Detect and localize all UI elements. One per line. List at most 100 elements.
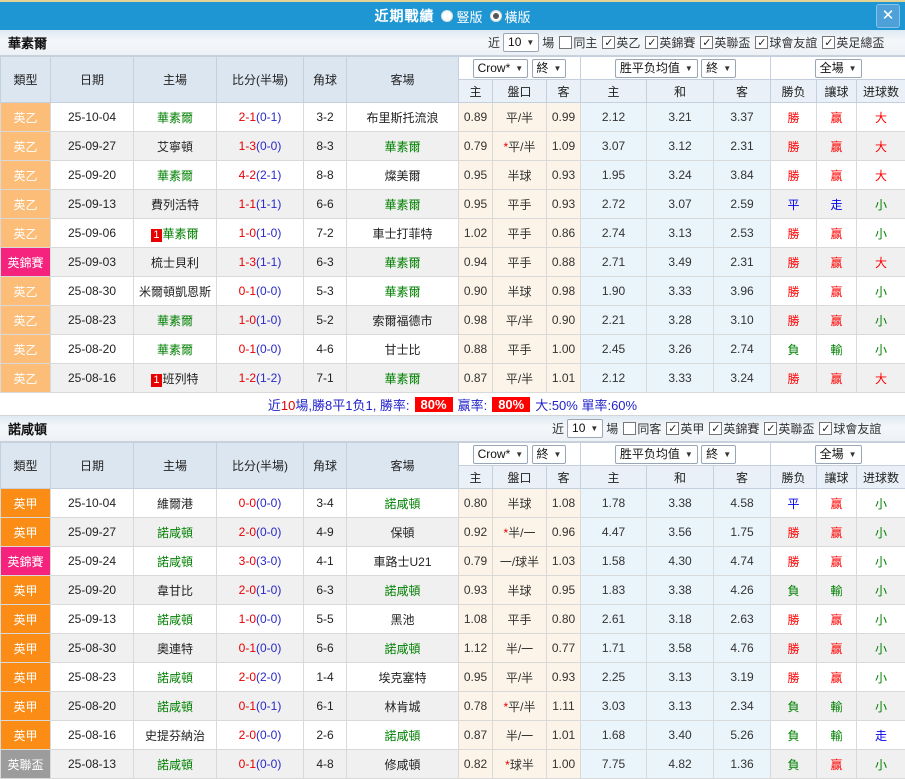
- result-cell: 勝: [771, 132, 817, 161]
- win-rate-badge: 80%: [415, 397, 453, 412]
- team-cell: 1華素爾: [134, 219, 217, 248]
- result-cell: 小: [857, 306, 905, 335]
- chevron-down-icon: ▼: [554, 61, 562, 76]
- checkbox-checked-icon[interactable]: ✓: [822, 36, 835, 49]
- close-icon[interactable]: ✕: [876, 4, 900, 28]
- checkbox-checked-icon[interactable]: ✓: [764, 422, 777, 435]
- radio-unchecked-icon[interactable]: [441, 10, 453, 22]
- league-checkbox[interactable]: ✓英聯盃: [764, 420, 814, 437]
- match-row: 英乙25-09-061華素爾1-0(1-0)7-2車士打菲特1.02平手0.86…: [1, 219, 905, 248]
- wdl-average-dropdown[interactable]: 胜平负均值▼: [615, 445, 698, 464]
- corner-cell: 3-4: [304, 489, 347, 518]
- chevron-down-icon: ▼: [849, 61, 857, 76]
- score-cell: 1-3(0-0): [217, 132, 304, 161]
- checkbox-checked-icon[interactable]: ✓: [602, 36, 615, 49]
- team-label: 諾咸頓: [157, 758, 193, 772]
- result-cell: 輸: [817, 335, 857, 364]
- match-row: 英甲25-08-30奧連特0-1(0-0)6-6諾咸頓1.12半/一0.771.…: [1, 634, 905, 663]
- games-count-value: 10: [508, 35, 521, 50]
- corner-cell: 5-5: [304, 605, 347, 634]
- checkbox-checked-icon[interactable]: ✓: [645, 36, 658, 49]
- odds-cell: 0.95: [459, 190, 493, 219]
- final-odds-dropdown[interactable]: 終▼: [532, 445, 567, 464]
- checkbox-label: 英聯盃: [714, 34, 750, 51]
- avg-odds-cell: 5.26: [714, 721, 771, 750]
- team-label: 華素爾: [157, 343, 193, 357]
- match-row: 英甲25-09-13諾咸頓1-0(0-0)5-5黑池1.08平手0.802.61…: [1, 605, 905, 634]
- full-match-dropdown[interactable]: 全場▼: [815, 445, 862, 464]
- date-cell: 25-08-23: [51, 663, 134, 692]
- avg-odds-cell: 2.12: [581, 364, 647, 393]
- bookmaker-dropdown[interactable]: Crow*▼: [473, 445, 529, 464]
- wdl-average-dropdown[interactable]: 胜平负均值▼: [615, 59, 698, 78]
- final-avg-dropdown[interactable]: 終▼: [701, 445, 736, 464]
- team-cell: 甘士比: [347, 335, 459, 364]
- checkbox-checked-icon[interactable]: ✓: [700, 36, 713, 49]
- odds-cell: 0.99: [547, 103, 581, 132]
- team-cell: 諾咸頓: [134, 663, 217, 692]
- league-checkbox[interactable]: ✓英甲: [666, 420, 704, 437]
- date-cell: 25-09-13: [51, 190, 134, 219]
- games-count-dropdown[interactable]: 10▼: [567, 419, 603, 438]
- games-count-dropdown[interactable]: 10▼: [503, 33, 539, 52]
- odds-cell: 0.79: [459, 547, 493, 576]
- score-cell: 2-0(2-0): [217, 663, 304, 692]
- avg-odds-cell: 3.96: [714, 277, 771, 306]
- league-checkbox[interactable]: ✓英聯盃: [700, 34, 750, 51]
- result-cell: 赢: [817, 248, 857, 277]
- date-cell: 25-09-27: [51, 518, 134, 547]
- checkbox-checked-icon[interactable]: ✓: [819, 422, 832, 435]
- checkbox-checked-icon[interactable]: ✓: [755, 36, 768, 49]
- league-type-cell: 英乙: [1, 364, 51, 393]
- odds-cell: 1.00: [547, 750, 581, 779]
- bookmaker-dropdown[interactable]: Crow*▼: [473, 59, 529, 78]
- odds-cell: 0.80: [459, 489, 493, 518]
- handicap-cell: *半/一: [493, 518, 547, 547]
- col-type: 類型: [1, 443, 51, 489]
- league-checkbox[interactable]: ✓英錦賽: [645, 34, 695, 51]
- league-checkbox[interactable]: ✓英乙: [602, 34, 640, 51]
- league-type-cell: 英甲: [1, 692, 51, 721]
- halftime-score: (1-0): [256, 313, 281, 327]
- odds-cell: 1.01: [547, 721, 581, 750]
- odds-cell: 0.95: [547, 576, 581, 605]
- avg-odds-cell: 3.03: [581, 692, 647, 721]
- chevron-down-icon: ▼: [685, 61, 693, 76]
- handicap-cell: *平/半: [493, 692, 547, 721]
- team-cell: 諾咸頓: [347, 489, 459, 518]
- league-checkbox[interactable]: ✓球會友誼: [819, 420, 881, 437]
- score-cell: 0-1(0-0): [217, 335, 304, 364]
- same-venue-checkbox[interactable]: 同客: [623, 420, 661, 437]
- avg-odds-cell: 2.71: [581, 248, 647, 277]
- checkbox-unchecked-icon[interactable]: [623, 422, 636, 435]
- layout-radio-horizontal[interactable]: 橫版: [490, 7, 531, 26]
- radio-checked-icon[interactable]: [490, 10, 502, 22]
- date-cell: 25-09-20: [51, 161, 134, 190]
- same-venue-checkbox[interactable]: 同主: [559, 34, 597, 51]
- league-checkbox[interactable]: ✓英足總盃: [822, 34, 884, 51]
- handicap-cell: 一/球半: [493, 547, 547, 576]
- league-checkbox[interactable]: ✓英錦賽: [709, 420, 759, 437]
- filter-near-label: 近: [552, 420, 564, 437]
- team-cell: 奧連特: [134, 634, 217, 663]
- final-odds-dropdown[interactable]: 終▼: [532, 59, 567, 78]
- odds-cell: 0.87: [459, 364, 493, 393]
- checkbox-checked-icon[interactable]: ✓: [666, 422, 679, 435]
- result-cell: 負: [771, 692, 817, 721]
- layout-radio-vertical[interactable]: 豎版: [441, 7, 482, 26]
- checkbox-checked-icon[interactable]: ✓: [709, 422, 722, 435]
- col-result-handicap: 讓球: [817, 466, 857, 489]
- match-row: 英甲25-08-20諾咸頓0-1(0-1)6-1林肯城0.78*平/半1.113…: [1, 692, 905, 721]
- avg-odds-cell: 3.07: [581, 132, 647, 161]
- col-avg-draw: 和: [647, 80, 714, 103]
- final-avg-dropdown[interactable]: 終▼: [701, 59, 736, 78]
- col-handicap: 盤口: [493, 466, 547, 489]
- result-cell: 大: [857, 248, 905, 277]
- avg-odds-cell: 2.31: [714, 132, 771, 161]
- league-checkbox[interactable]: ✓球會友誼: [755, 34, 817, 51]
- full-match-dropdown[interactable]: 全場▼: [815, 59, 862, 78]
- handicap-cell: *球半: [493, 750, 547, 779]
- team-cell: 諾咸頓: [134, 692, 217, 721]
- team-label: 諾咸頓: [157, 555, 193, 569]
- checkbox-unchecked-icon[interactable]: [559, 36, 572, 49]
